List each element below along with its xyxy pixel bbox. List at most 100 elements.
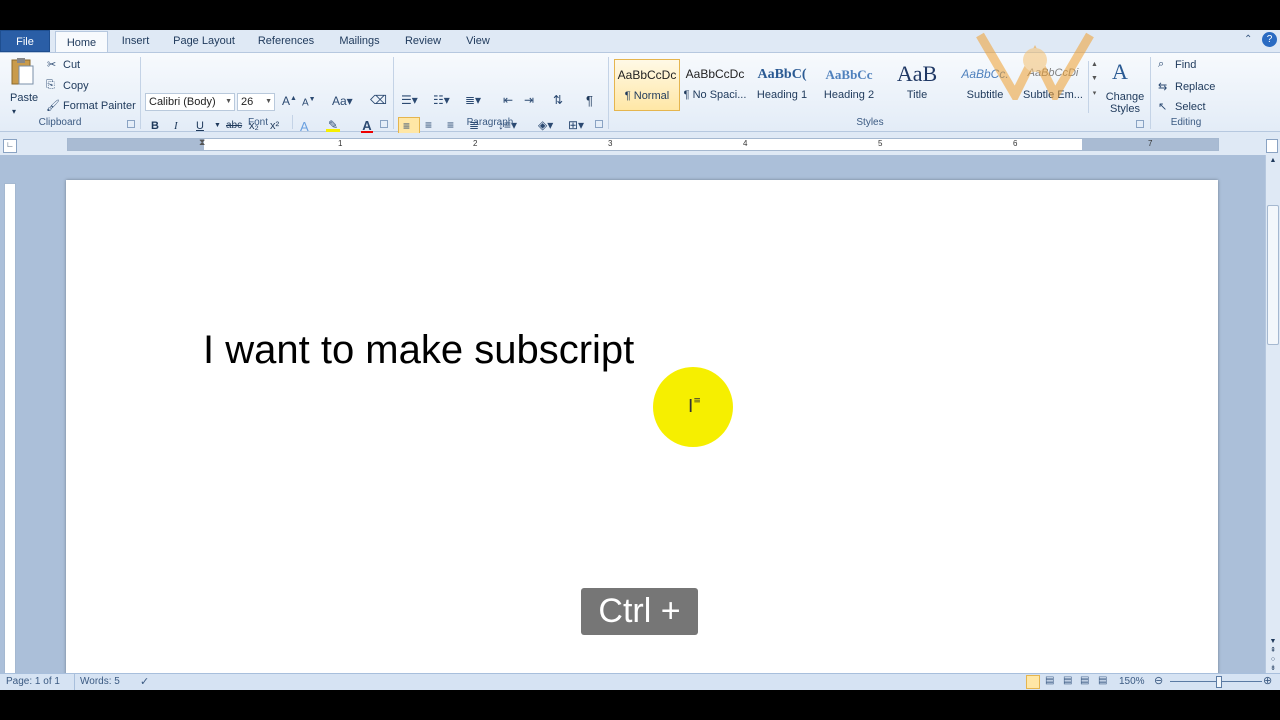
align-center-icon[interactable]: ≡	[425, 118, 432, 132]
view-ruler-icon[interactable]	[1266, 139, 1278, 153]
tab-home[interactable]: Home	[55, 31, 108, 53]
ruler-number: 6	[1013, 139, 1018, 148]
copy-button[interactable]: Copy	[63, 80, 89, 92]
align-right-icon[interactable]: ≡	[447, 118, 454, 132]
font-size-select[interactable]: 26 ▼	[237, 93, 275, 111]
style-name: Heading 2	[823, 89, 875, 101]
styles-launcher-icon[interactable]	[1136, 120, 1144, 128]
editing-group-label: Editing	[1170, 117, 1202, 128]
font-color-icon[interactable]: A	[361, 118, 373, 134]
tab-page-layout[interactable]: Page Layout	[168, 30, 240, 52]
underline-button[interactable]: U	[196, 120, 204, 132]
chevron-down-icon: ▼	[265, 98, 272, 105]
show-formatting-button[interactable]: ¶	[586, 93, 593, 108]
change-case-icon[interactable]: Aa▾	[332, 94, 353, 108]
grow-font-icon[interactable]: A▲	[282, 94, 297, 108]
font-launcher-icon[interactable]	[380, 120, 388, 128]
ruler-area: ∟ 1 2 3 4 5 6 7 ⧗	[0, 133, 1280, 155]
outline-icon[interactable]: ▤	[1080, 675, 1089, 686]
style-sample: AaBbCcDc	[617, 68, 677, 82]
vertical-scrollbar[interactable]: ▲ ▼ ⇞ ○ ⇟	[1265, 155, 1280, 673]
style-normal[interactable]: AaBbCcDc ¶ Normal	[614, 59, 680, 111]
style-name: Subtle Em...	[1023, 89, 1083, 101]
font-size-value: 26	[241, 96, 254, 108]
style-name: ¶ No Spaci...	[683, 89, 747, 101]
full-screen-reading-icon[interactable]: ▤	[1045, 675, 1054, 686]
style-heading-2[interactable]: AaBbCc Heading 2	[816, 59, 882, 111]
ruler-left-margin	[68, 139, 204, 150]
ribbon-tab-bar: File Home Insert Page Layout References …	[0, 30, 1280, 53]
ruler-number: 2	[473, 139, 478, 148]
zoom-out-icon[interactable]: ⊖	[1154, 674, 1163, 687]
draft-icon[interactable]: ▤	[1098, 675, 1107, 686]
style-sample: AaBbCc.	[961, 67, 1009, 81]
cut-button[interactable]: Cut	[63, 59, 80, 71]
vertical-ruler[interactable]	[4, 183, 16, 673]
paste-button[interactable]: Paste	[10, 92, 38, 104]
style-subtitle[interactable]: AaBbCc. Subtitle	[952, 59, 1018, 111]
bullets-icon[interactable]: ☰▾	[401, 93, 418, 107]
find-button[interactable]: Find	[1175, 59, 1196, 71]
tab-references[interactable]: References	[252, 30, 320, 52]
paragraph-launcher-icon[interactable]	[595, 120, 603, 128]
scrollbar-thumb[interactable]	[1267, 205, 1279, 345]
print-layout-icon[interactable]	[1026, 675, 1040, 689]
ruler-number: 1	[338, 139, 343, 148]
bold-button[interactable]: B	[151, 120, 159, 132]
highlight-color-icon[interactable]: ✎	[326, 118, 340, 132]
tab-selector-icon[interactable]: ∟	[3, 139, 17, 153]
style-title[interactable]: AaB Title	[884, 59, 950, 111]
scroll-up-icon[interactable]: ▲	[1267, 157, 1279, 167]
help-icon[interactable]: ?	[1262, 32, 1277, 47]
format-painter-button[interactable]: Format Painter	[63, 100, 136, 112]
ribbon: Paste ▾ ✂ Cut ⎘ Copy 🖌 Format Painter Cl…	[0, 52, 1280, 137]
tab-insert[interactable]: Insert	[113, 30, 158, 52]
paste-dropdown-icon[interactable]: ▾	[12, 107, 16, 116]
font-family-select[interactable]: Calibri (Body) ▼	[145, 93, 235, 111]
web-layout-icon[interactable]: ▤	[1063, 675, 1072, 686]
horizontal-ruler[interactable]: 1 2 3 4 5 6 7 ⧗	[67, 137, 1219, 151]
status-bar: Page: 1 of 1 Words: 5 ✓ ▤ ▤ ▤ ▤ 150% ⊖ ⊕	[0, 673, 1280, 690]
style-subtle-emphasis[interactable]: AaBbCcDi Subtle Em...	[1020, 59, 1086, 111]
paste-icon[interactable]	[8, 57, 36, 89]
style-sample: AaBbCc	[825, 67, 873, 82]
zoom-level[interactable]: 150%	[1119, 676, 1145, 687]
ruler-number: 5	[878, 139, 883, 148]
clear-formatting-icon[interactable]: ⌫	[370, 93, 387, 107]
italic-button[interactable]: I	[174, 120, 178, 132]
tab-file[interactable]: File	[0, 30, 50, 52]
multilevel-list-icon[interactable]: ≣▾	[465, 93, 481, 107]
minimize-ribbon-icon[interactable]: ⌃	[1244, 34, 1252, 45]
zoom-slider-thumb[interactable]	[1216, 676, 1222, 688]
styles-gallery-scroll[interactable]: ▲ ▼ ▾	[1088, 61, 1100, 113]
word-count[interactable]: Words: 5	[80, 676, 120, 687]
change-styles-button[interactable]: Change Styles	[1104, 91, 1146, 115]
style-no-spacing[interactable]: AaBbCcDc ¶ No Spaci...	[682, 59, 748, 111]
tab-mailings[interactable]: Mailings	[332, 30, 387, 52]
document-text[interactable]: I want to make subscript	[203, 328, 634, 373]
tab-review[interactable]: Review	[398, 30, 448, 52]
style-sample: AaB	[896, 61, 938, 85]
zoom-in-icon[interactable]: ⊕	[1263, 674, 1272, 687]
style-sample: AaBbCcDi	[1027, 67, 1079, 79]
select-button[interactable]: Select	[1175, 101, 1206, 113]
shading-icon[interactable]: ◈▾	[538, 118, 553, 132]
sort-icon[interactable]: ⇅	[553, 93, 563, 107]
borders-icon[interactable]: ⊞▾	[568, 118, 584, 132]
increase-indent-icon[interactable]: ⇥	[524, 93, 534, 107]
indent-marker-icon[interactable]: ⧗	[199, 137, 205, 148]
style-name: Title	[906, 89, 928, 101]
shrink-font-icon[interactable]: A▼	[302, 96, 316, 108]
text-effects-icon[interactable]: A	[300, 119, 309, 134]
page-count[interactable]: Page: 1 of 1	[6, 676, 60, 687]
tab-view[interactable]: View	[459, 30, 497, 52]
replace-button[interactable]: Replace	[1175, 81, 1215, 93]
clipboard-launcher-icon[interactable]	[127, 120, 135, 128]
page-nav-icons[interactable]: ▼ ⇞ ○ ⇟	[1267, 637, 1279, 673]
numbering-icon[interactable]: ☷▾	[433, 93, 450, 107]
proofing-icon[interactable]: ✓	[140, 675, 149, 688]
decrease-indent-icon[interactable]: ⇤	[503, 93, 513, 107]
underline-dropdown-icon[interactable]: ▼	[214, 122, 221, 129]
style-heading-1[interactable]: AaBbC( Heading 1	[749, 59, 815, 111]
group-divider	[292, 115, 293, 129]
